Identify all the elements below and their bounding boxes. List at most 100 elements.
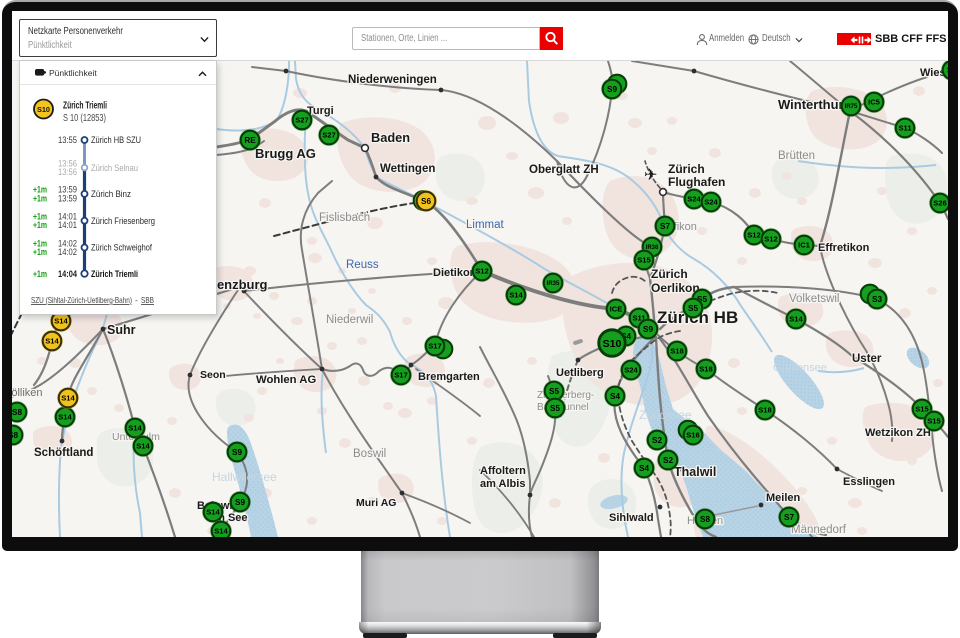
- svg-text:am Albis: am Albis: [480, 478, 525, 490]
- svg-text:Zürich: Zürich: [651, 267, 688, 281]
- svg-text:Thalwil: Thalwil: [674, 465, 716, 479]
- svg-text:Zürich Friesenberg: Zürich Friesenberg: [91, 216, 155, 226]
- svg-text:Esslingen: Esslingen: [843, 476, 895, 488]
- svg-text:Brütten: Brütten: [778, 150, 815, 162]
- svg-text:S17: S17: [428, 342, 442, 351]
- svg-text:Sihlwald: Sihlwald: [609, 512, 654, 524]
- svg-text:S2: S2: [652, 436, 662, 445]
- svg-text:Fislisbach: Fislisbach: [319, 212, 370, 224]
- svg-text:S24: S24: [687, 195, 701, 204]
- svg-text:Reuss: Reuss: [346, 259, 379, 271]
- svg-text:Meilen: Meilen: [766, 492, 801, 504]
- svg-text:Niederweningen: Niederweningen: [348, 74, 437, 86]
- svg-text:Schöftland: Schöftland: [34, 447, 93, 459]
- svg-text:Zürich Binz: Zürich Binz: [91, 189, 131, 199]
- svg-text:S16: S16: [686, 431, 700, 440]
- svg-text:Volketswil: Volketswil: [789, 293, 840, 305]
- svg-text:-: -: [135, 295, 138, 305]
- svg-text:S9: S9: [232, 448, 242, 457]
- svg-text:13:59: 13:59: [58, 193, 77, 203]
- svg-text:S8: S8: [700, 515, 710, 524]
- svg-text:Suhr: Suhr: [107, 323, 136, 337]
- svg-text:S12: S12: [764, 235, 778, 244]
- svg-text:Oerlikon: Oerlikon: [651, 281, 700, 295]
- svg-text:S5: S5: [549, 387, 559, 396]
- svg-text:Winterthur: Winterthur: [778, 97, 844, 112]
- svg-text:S24: S24: [704, 198, 718, 207]
- svg-text:Baden: Baden: [371, 130, 410, 145]
- svg-text:+1m: +1m: [33, 269, 47, 279]
- svg-text:Zürich Schweighof: Zürich Schweighof: [91, 243, 152, 253]
- svg-text:S9: S9: [643, 325, 653, 334]
- svg-text:S 10 (12853): S 10 (12853): [63, 113, 106, 124]
- svg-text:Wetzikon ZH: Wetzikon ZH: [865, 427, 931, 439]
- svg-text:Affoltern: Affoltern: [480, 465, 526, 477]
- svg-text:RE: RE: [244, 136, 256, 145]
- svg-text:S4: S4: [639, 464, 649, 473]
- svg-text:Oberglatt ZH: Oberglatt ZH: [529, 164, 599, 176]
- svg-text:Kölliken: Kölliken: [12, 387, 43, 399]
- svg-text:SZU (Sihltal-Zürich-Uetliberg-: SZU (Sihltal-Zürich-Uetliberg-Bahn): [31, 295, 132, 305]
- svg-text:Brugg AG: Brugg AG: [255, 146, 316, 161]
- svg-text:13:56: 13:56: [58, 167, 77, 177]
- svg-text:Effretikon: Effretikon: [818, 242, 870, 254]
- svg-text:Seon: Seon: [200, 369, 226, 381]
- svg-text:14:02: 14:02: [58, 247, 77, 257]
- svg-text:14:01: 14:01: [58, 220, 77, 230]
- svg-text:+1m: +1m: [33, 220, 47, 230]
- svg-text:S2: S2: [663, 456, 673, 465]
- svg-text:S15: S15: [927, 417, 941, 426]
- svg-text:13:55: 13:55: [58, 135, 77, 145]
- svg-text:Männedorf: Männedorf: [791, 524, 847, 536]
- svg-text:+1m: +1m: [33, 193, 47, 203]
- svg-text:IR35: IR35: [547, 281, 560, 287]
- svg-text:S12: S12: [747, 231, 761, 240]
- svg-text:Wohlen AG: Wohlen AG: [256, 374, 316, 386]
- svg-text:Zürich: Zürich: [668, 162, 705, 176]
- svg-text:S8: S8: [12, 431, 18, 440]
- svg-text:S17: S17: [394, 371, 408, 380]
- svg-text:Boswil: Boswil: [353, 448, 386, 460]
- svg-text:S14: S14: [136, 442, 150, 451]
- svg-text:S14: S14: [45, 337, 59, 346]
- svg-text:S27: S27: [295, 116, 309, 125]
- svg-text:S14: S14: [58, 413, 72, 422]
- svg-text:IC1: IC1: [798, 241, 811, 250]
- svg-text:Zürich HB SZU: Zürich HB SZU: [91, 135, 141, 145]
- svg-text:S9: S9: [607, 85, 617, 94]
- svg-text:✈: ✈: [644, 167, 657, 184]
- svg-text:IC5: IC5: [868, 98, 881, 107]
- svg-text:S14: S14: [214, 527, 228, 536]
- svg-text:S26: S26: [933, 199, 947, 208]
- svg-text:ICE: ICE: [610, 305, 623, 314]
- svg-text:S11: S11: [898, 124, 912, 133]
- svg-text:Uster: Uster: [852, 353, 882, 365]
- svg-text:Zürich Triemli: Zürich Triemli: [91, 269, 138, 279]
- svg-text:14:04: 14:04: [58, 269, 77, 279]
- svg-text:S18: S18: [758, 406, 772, 415]
- svg-text:Wettingen: Wettingen: [380, 163, 435, 175]
- svg-text:S14: S14: [54, 317, 68, 326]
- svg-text:S12: S12: [475, 267, 489, 276]
- svg-text:Hallwilersee: Hallwilersee: [212, 470, 277, 484]
- svg-text:S27: S27: [322, 131, 336, 140]
- svg-text:Limmat: Limmat: [466, 219, 505, 231]
- svg-text:S4: S4: [610, 392, 620, 401]
- svg-text:+1m: +1m: [33, 247, 47, 257]
- svg-text:Flughafen: Flughafen: [668, 175, 725, 189]
- svg-text:S8: S8: [12, 408, 22, 417]
- svg-text:S10: S10: [37, 105, 50, 114]
- svg-text:S5: S5: [688, 304, 698, 313]
- svg-text:S14: S14: [128, 424, 142, 433]
- svg-text:S18: S18: [699, 365, 713, 374]
- svg-text:Greifensee: Greifensee: [773, 362, 827, 374]
- svg-text:Zürich Selnau: Zürich Selnau: [91, 163, 138, 173]
- svg-text:S14: S14: [206, 508, 220, 517]
- svg-text:S24: S24: [624, 366, 638, 375]
- svg-text:S6: S6: [421, 197, 431, 206]
- svg-text:Bremgarten: Bremgarten: [418, 371, 480, 383]
- svg-text:S3: S3: [872, 295, 882, 304]
- svg-text:S9: S9: [947, 66, 948, 75]
- svg-text:IR75: IR75: [845, 104, 858, 110]
- svg-text:S10: S10: [603, 338, 622, 350]
